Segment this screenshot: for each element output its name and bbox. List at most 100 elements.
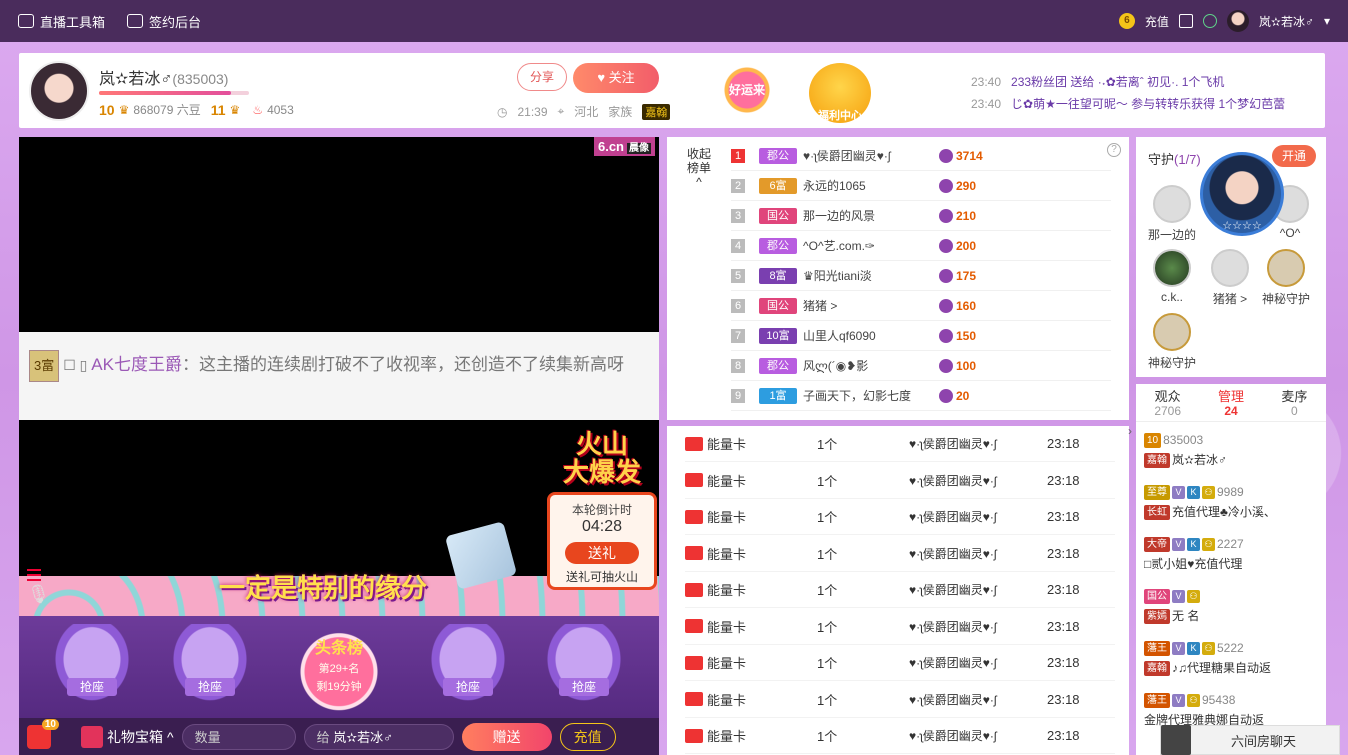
give-button[interactable]: 赠送: [461, 722, 552, 751]
check-icon[interactable]: [1202, 14, 1217, 28]
seat-3[interactable]: 抢座: [421, 624, 515, 712]
recharge-link[interactable]: 充值: [1145, 13, 1169, 30]
video-stream-top[interactable]: 6.cn 晨像: [19, 137, 659, 332]
notice-item: 23:40 じ✿萌★一往望可昵～ 参与转转乐获得 1个梦幻芭蕾: [971, 97, 1286, 111]
energy-icon: [939, 328, 953, 343]
document-icon: [127, 14, 144, 28]
vip-icon: V: [1172, 486, 1185, 500]
audience-row[interactable]: 10 835003 嘉翰 岚✫若冰♂: [1144, 430, 1316, 470]
rank-score: 20: [939, 388, 969, 403]
rank-score: 210: [939, 208, 976, 223]
welfare-center[interactable]: 福利中心: [809, 63, 871, 123]
recharge-button[interactable]: 充值: [559, 722, 616, 751]
recipient-select[interactable]: 给 岚✫若冰♂: [303, 723, 454, 750]
user-icon: ⚇: [1202, 538, 1215, 552]
rank-name: 永远的1065: [803, 179, 866, 193]
rank-score: 150: [939, 328, 976, 343]
ranking-row[interactable]: 5 8富 ♛阳光tiani淡 175: [731, 261, 1111, 291]
microphone-icon[interactable]: 🎙: [27, 566, 50, 606]
gift-box-button[interactable]: 礼物宝箱 ^: [81, 725, 174, 748]
guard-slot[interactable]: 神秘守护: [1256, 249, 1316, 309]
ranking-row[interactable]: 6 国公 猪猪 > 160: [731, 291, 1111, 321]
tab-admin[interactable]: 管理 24: [1199, 384, 1262, 421]
quantity-input[interactable]: 数量: [181, 723, 296, 750]
ranking-row[interactable]: 7 10富 山里人qf6090 150: [731, 321, 1111, 351]
host-stats: 10 ♛ 868079 六豆 11 ♛ ♨ 4053: [99, 101, 294, 118]
gift-record-row: 能量卡 1个 ♥·ʅ侯爵团幽灵♥·ʃ 23:18: [685, 682, 1115, 718]
energy-icon: [939, 178, 953, 193]
rank-name: 猪猪 >: [803, 299, 838, 313]
user-name[interactable]: 岚✫若冰♂: [1259, 13, 1314, 30]
energy-card-icon: [685, 728, 703, 743]
vip-icon: V: [1172, 590, 1185, 604]
rank-badge: 国公: [759, 207, 797, 224]
seat-2[interactable]: 抢座: [163, 624, 257, 712]
family-tag: 嘉翰: [1144, 453, 1170, 469]
guard-open-button[interactable]: 开通: [1272, 145, 1316, 167]
gift-record-row: 能量卡 1个 ♥·ʅ侯爵团幽灵♥·ʃ 23:18: [685, 463, 1115, 499]
seat-1[interactable]: 抢座: [45, 624, 139, 712]
audience-row[interactable]: 国公 V ⚇ 紫嫣无 名: [1144, 586, 1316, 626]
rank-number: 4: [731, 238, 745, 253]
seat-4[interactable]: 抢座: [537, 624, 631, 712]
rank-badge: 1富: [759, 387, 797, 404]
audience-row[interactable]: 大帝 V K ⚇ 2227 □贰小姐♥充值代理: [1144, 534, 1316, 574]
audience-row[interactable]: 藩王 V K ⚇ 5222 嘉翰 ♪♫代理糖果自动返: [1144, 638, 1316, 678]
energy-icon: [939, 148, 953, 163]
luck-promo[interactable]: 好运来: [719, 67, 775, 113]
gift-record-row: 能量卡 1个 ♥·ʅ侯爵团幽灵♥·ʃ 23:18: [685, 609, 1115, 645]
video-caption: 一定是特别的缘分: [219, 573, 428, 603]
guard-slot[interactable]: 神秘守护: [1142, 313, 1202, 373]
ranking-row[interactable]: 1 郡公 ♥·ʅ侯爵团幽灵♥·ʃ 3714: [731, 141, 1111, 171]
ranking-row[interactable]: 8 郡公 风ლ(´◉❥影 100: [731, 351, 1111, 381]
audience-row[interactable]: 至尊 V K ⚇ 9989 长虹 充值代理♣冷小溪、: [1144, 482, 1316, 522]
audience-panel: 观众 2706 管理 24 麦序 0 10 835003 嘉翰 岚✫若冰♂ 至尊 V K ⚇ 9989…: [1136, 384, 1326, 755]
user-level-tag: 大帝: [1144, 537, 1170, 553]
edit-icon[interactable]: [1178, 14, 1193, 28]
ranking-row[interactable]: 2 6富 永远的1065 290: [731, 171, 1111, 201]
host-beans: 868079 六豆: [133, 103, 201, 117]
contract-link[interactable]: 签约后台: [127, 12, 201, 31]
rank-number: 1: [731, 148, 745, 163]
host-name: 岚✫若冰♂(835003): [99, 71, 229, 88]
user-avatar[interactable]: [1226, 10, 1249, 32]
rank-name: ♥·ʅ侯爵团幽灵♥·ʃ: [803, 149, 891, 163]
guard-slot[interactable]: 猪猪 >: [1200, 249, 1260, 309]
family-badge[interactable]: 嘉翰: [642, 103, 671, 120]
guard-title: 守护(1/7): [1148, 152, 1201, 167]
floating-guard-avatar[interactable]: ☆☆☆☆: [1200, 152, 1284, 236]
rank-number: 9: [731, 388, 745, 403]
chat-button[interactable]: 六间房聊天: [1160, 725, 1340, 755]
energy-icon: [939, 238, 953, 253]
expand-icon[interactable]: ›: [1128, 424, 1132, 438]
ranking-row[interactable]: 9 1富 子画天下，幻影七度 20: [731, 381, 1111, 411]
audience-row[interactable]: 藩王 V ⚇ 95438 金牌代理雅典娜自动返: [1144, 690, 1316, 730]
chevron-down-icon[interactable]: ▾: [1324, 14, 1330, 28]
rank-name: ♛阳光tiani淡: [803, 269, 872, 283]
follow-button[interactable]: ♥ 关注: [573, 63, 659, 93]
fan-level: 11: [210, 101, 226, 118]
guard-slot[interactable]: c.k..: [1142, 249, 1202, 309]
ranking-row[interactable]: 4 郡公 ^O^艺.com.✑ 200: [731, 231, 1111, 261]
tab-audience[interactable]: 观众 2706: [1136, 384, 1199, 421]
headline-board[interactable]: 头条榜 第29+名 剩19分钟: [281, 620, 397, 714]
tab-mic-queue[interactable]: 麦序 0: [1263, 384, 1326, 421]
ranking-row[interactable]: 3 国公 那一边的风景 210: [731, 201, 1111, 231]
chat-banner: 3富 ☐ ▯ AK七度王爵：这主播的连续剧打破不了收视率，还创造不了续集新高呀: [19, 332, 659, 420]
share-button[interactable]: 分享: [517, 63, 567, 91]
host-avatar[interactable]: [29, 61, 89, 121]
guard-slot[interactable]: 那一边的: [1142, 185, 1202, 245]
collapse-ranking-button[interactable]: 收起 榜单 ^: [681, 147, 717, 189]
coin-icon: 6: [1118, 13, 1135, 29]
energy-icon: [939, 298, 953, 313]
energy-card-icon: [685, 692, 703, 706]
rank-number: 8: [731, 358, 745, 373]
user-level-tag: 藩王: [1144, 641, 1170, 657]
toolbox-link[interactable]: 直播工具箱: [18, 12, 105, 31]
volcano-send-button[interactable]: 送礼: [565, 542, 639, 564]
rank-score: 175: [939, 268, 976, 283]
gift-record-row: 能量卡 1个 ♥·ʅ侯爵团幽灵♥·ʃ 23:18: [685, 426, 1115, 462]
rank-score: 290: [939, 178, 976, 193]
crown-icon: ♛: [229, 102, 241, 117]
bag-icon[interactable]: 10: [27, 718, 59, 749]
